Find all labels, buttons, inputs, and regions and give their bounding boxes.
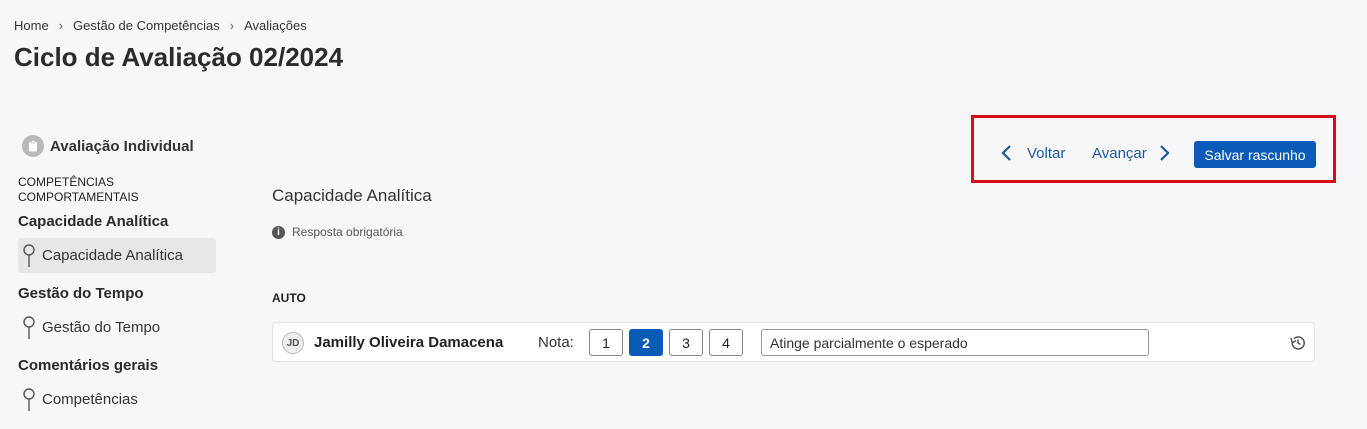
breadcrumb-home[interactable]: Home <box>14 18 49 33</box>
person-name: Jamilly Oliveira Damacena <box>314 334 504 351</box>
sidebar: Avaliação Individual COMPETÊNCIAS COMPOR… <box>18 135 223 429</box>
breadcrumb: Home › Gestão de Competências › Avaliaçõ… <box>14 18 307 33</box>
chevron-right-icon <box>1159 145 1170 161</box>
sidebar-section-title: COMPETÊNCIAS COMPORTAMENTAIS <box>18 175 139 204</box>
clipboard-icon <box>22 135 44 157</box>
next-button-label: Avançar <box>1092 144 1147 162</box>
back-button[interactable]: Voltar <box>1000 144 1065 162</box>
sidebar-item-gestao-tempo[interactable]: Gestão do Tempo <box>18 310 216 345</box>
required-note: i Resposta obrigatória <box>272 225 403 239</box>
history-icon[interactable] <box>1289 334 1307 352</box>
evaluation-row: JD Jamilly Oliveira Damacena Nota: 1 2 3… <box>272 322 1315 362</box>
step-pin-icon <box>23 315 35 339</box>
score-button-4[interactable]: 4 <box>709 329 743 356</box>
page-title: Ciclo de Avaliação 02/2024 <box>14 42 344 72</box>
breadcrumb-avaliacoes[interactable]: Avaliações <box>244 18 307 33</box>
score-button-2[interactable]: 2 <box>629 329 663 356</box>
next-button[interactable]: Avançar <box>1092 144 1171 162</box>
chevron-left-icon <box>1001 145 1011 161</box>
avatar: JD <box>282 332 304 354</box>
section-label-auto: AUTO <box>272 291 306 305</box>
sidebar-item-label: Competências <box>42 391 138 408</box>
breadcrumb-separator-icon: › <box>229 18 235 33</box>
sidebar-group-capacidade-analitica: Capacidade Analítica <box>18 213 169 230</box>
sidebar-item-label: Capacidade Analítica <box>42 247 183 264</box>
sidebar-title: Avaliação Individual <box>50 137 194 155</box>
sidebar-item-capacidade-analitica[interactable]: Capacidade Analítica <box>18 238 216 273</box>
sidebar-group-comentarios: Comentários gerais <box>18 357 159 374</box>
save-draft-button[interactable]: Salvar rascunho <box>1194 141 1316 168</box>
score-button-1[interactable]: 1 <box>589 329 623 356</box>
breadcrumb-separator-icon: › <box>58 18 64 33</box>
step-pin-icon <box>23 387 35 411</box>
question-title: Capacidade Analítica <box>272 186 432 205</box>
sidebar-group-gestao-tempo: Gestão do Tempo <box>18 285 144 302</box>
score-description-field[interactable] <box>761 329 1149 356</box>
score-label: Nota: <box>538 334 574 351</box>
info-icon: i <box>272 225 285 239</box>
sidebar-item-label: Gestão do Tempo <box>42 319 161 336</box>
score-button-3[interactable]: 3 <box>669 329 703 356</box>
sidebar-item-competencias[interactable]: Competências <box>18 382 216 417</box>
breadcrumb-gestao-competencias[interactable]: Gestão de Competências <box>73 18 220 33</box>
sidebar-header: Avaliação Individual <box>22 135 223 157</box>
back-button-label: Voltar <box>1027 144 1066 162</box>
required-note-text: Resposta obrigatória <box>292 225 403 239</box>
step-pin-icon <box>23 243 35 267</box>
